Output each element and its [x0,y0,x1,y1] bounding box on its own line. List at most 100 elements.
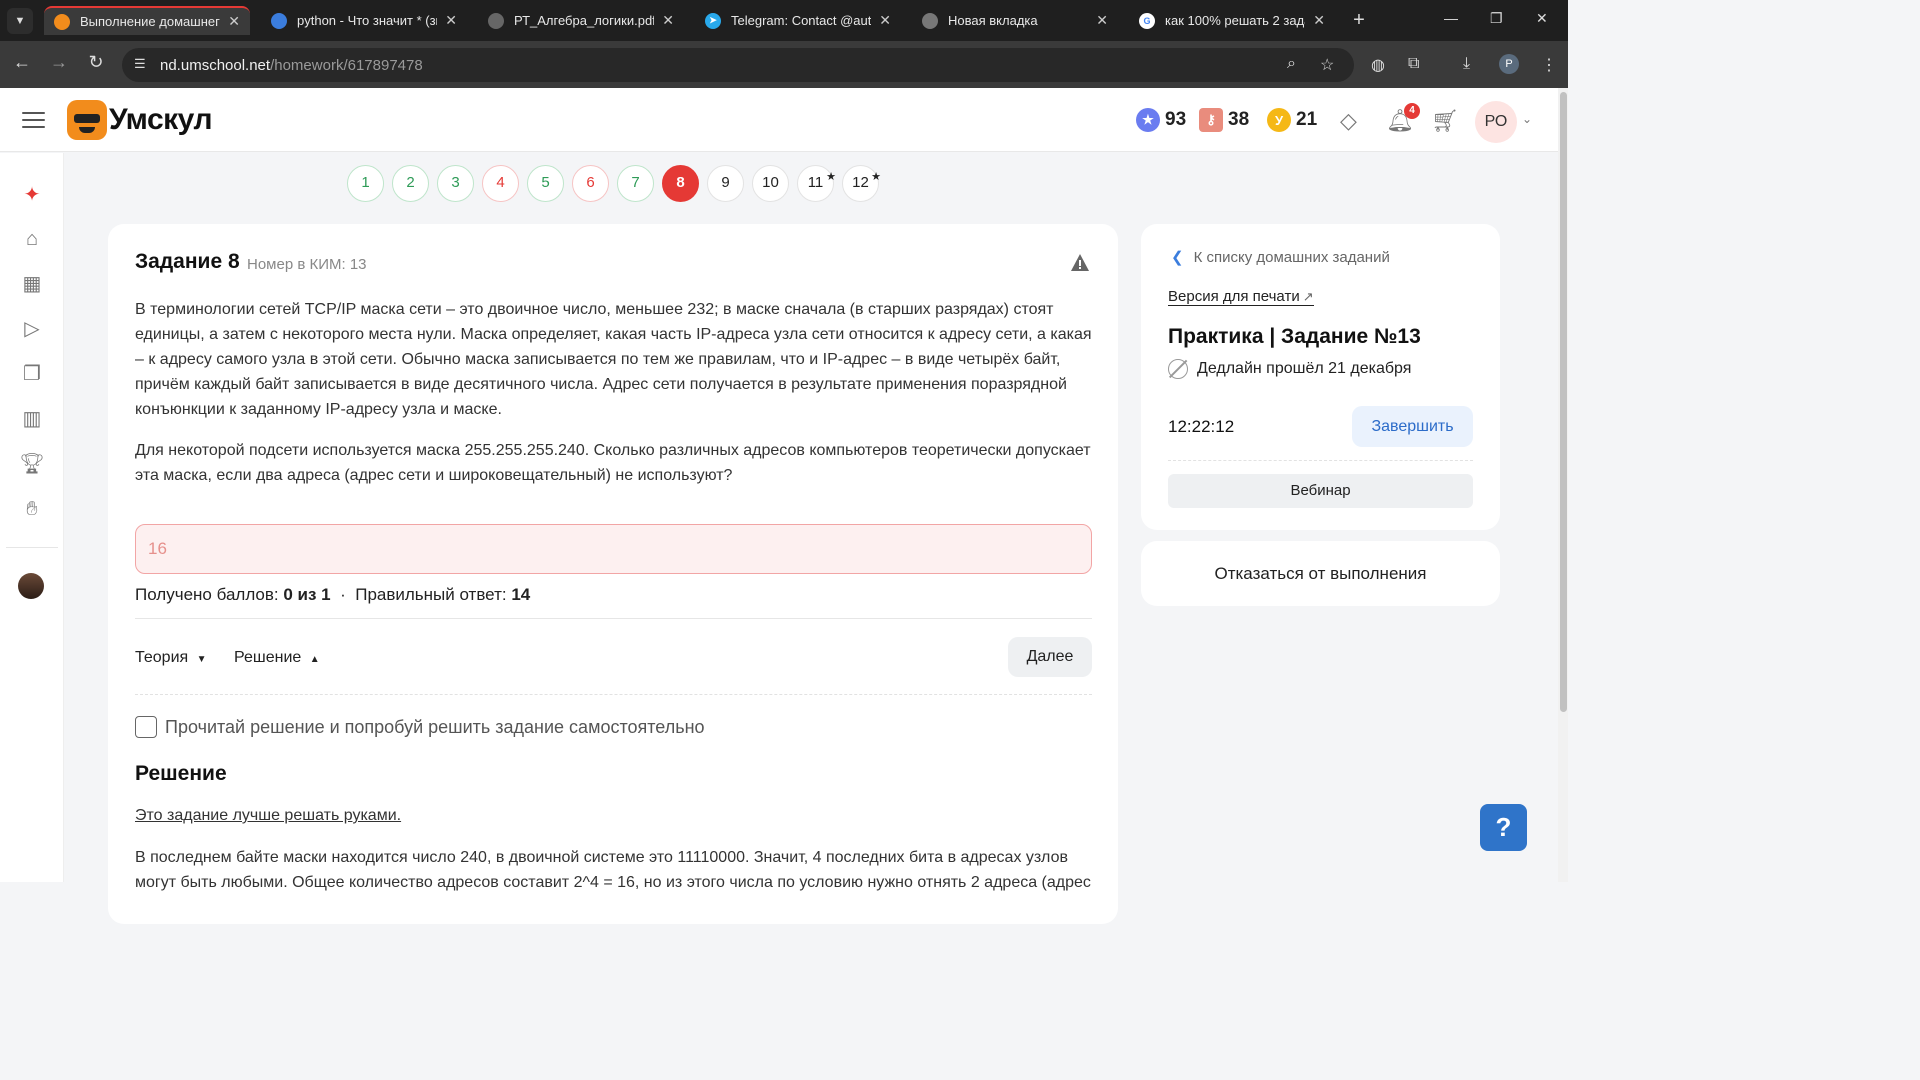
close-tab-icon[interactable]: ✕ [662,12,674,29]
webinar-button[interactable]: Вебинар [1168,474,1473,508]
user-avatar[interactable]: РО [1475,101,1517,143]
close-tab-icon[interactable]: ✕ [228,13,240,30]
browser-profile-avatar[interactable]: P [1499,54,1519,74]
close-tab-icon[interactable]: ✕ [445,12,457,29]
video-lessons-icon[interactable]: ▷ [18,315,46,343]
calendar-icon[interactable]: ▦ [18,270,46,298]
reload-icon[interactable]: ↻ [84,52,108,73]
forward-arrow-icon[interactable]: → [47,52,71,73]
browser-tab-4[interactable]: ➤ Telegram: Contact @autho ✕ [695,6,901,35]
zoom-icon[interactable]: ⌕ [1287,55,1296,73]
download-icon[interactable]: ⤓ [1463,55,1470,73]
extensions-icon[interactable]: ⧉ [1408,55,1419,73]
tab-title: как 100% решать 2 задани [1165,13,1305,28]
back-arrow-icon[interactable]: ← [10,52,34,73]
task-number-11[interactable]: 11 ★ [797,165,836,202]
finish-button[interactable]: Завершить [1352,406,1473,447]
next-button[interactable]: Далее [1008,637,1092,677]
address-bar[interactable]: ☰ nd.umschool.net/homework/617897478 [122,48,1354,82]
browser-tab-2[interactable]: python - Что значит * (зве ✕ [261,6,467,35]
stats-chart-icon[interactable]: ▥ [18,405,46,433]
theory-toggle[interactable]: Теория ▼ [135,649,207,667]
trophy-icon[interactable]: 🏆︎ [18,450,46,478]
ticket-icon[interactable]: ◇ [1340,108,1357,134]
star-icon: ★ [826,171,836,183]
browser-menu-icon[interactable]: ⋮ [1541,55,1557,75]
restore-icon[interactable]: ❐ [1490,10,1503,27]
task-number-9[interactable]: 9 [707,165,744,202]
timer: 12:22:12 [1168,417,1235,436]
caret-down-icon: ▼ [196,654,207,665]
task-card: Задание 8 Номер в КИМ: 13 В терминологии… [108,224,1118,924]
telegram-favicon-icon: ➤ [705,12,721,29]
task-number-8[interactable]: 8 [662,165,699,202]
separator-dot: · [340,585,346,604]
sparkle-icon[interactable]: ✦ [18,181,46,209]
bookmark-star-icon[interactable]: ☆ [1320,55,1334,75]
print-version-link[interactable]: Версия для печати ↗ [1168,288,1314,306]
answer-input[interactable]: 16 [135,524,1092,574]
decline-homework-button[interactable]: Отказаться от выполнения [1141,541,1500,606]
task-number-6[interactable]: 6 [572,165,609,202]
star-icon: ★ [871,171,881,183]
chevron-left-icon: ❮ [1171,249,1184,266]
notification-badge: 4 [1404,103,1420,119]
tab-search-button[interactable]: ▼ [7,7,33,34]
task-number-12[interactable]: 12 ★ [842,165,881,202]
cart-icon[interactable]: 🛒︎ [1431,108,1459,134]
task-number-label: 6 [586,174,595,191]
report-warning-icon[interactable] [1070,253,1090,273]
page-scrollbar-thumb[interactable] [1560,92,1567,712]
new-tab-button[interactable]: + [1347,9,1371,33]
coins-counter[interactable]: У 21 [1267,108,1317,132]
solution-heading: Решение [135,762,227,785]
umschool-favicon-icon [54,13,70,30]
keys-counter[interactable]: ⚷ 38 [1199,108,1249,132]
site-settings-icon[interactable]: ☰ [134,56,152,74]
task-number-3[interactable]: 3 [437,165,474,202]
task-title: Задание 8 [135,250,240,273]
task-number-4[interactable]: 4 [482,165,519,202]
task-number-5[interactable]: 5 [527,165,564,202]
chevron-down-icon[interactable]: ⌄ [1522,112,1532,126]
tab-title: Telegram: Contact @autho [731,13,872,28]
bear-logo-icon [67,100,107,140]
caret-up-icon: ▲ [309,654,320,665]
panel-divider [1168,460,1473,461]
task-statement-paragraph: В терминологии сетей TCP/IP маска сети –… [135,301,1092,418]
translate-globe-icon[interactable]: ◍ [1371,55,1385,75]
umschool-logo[interactable]: Умскул [67,100,213,140]
back-to-homework-link[interactable]: ❮ К списку домашних заданий [1171,248,1390,266]
close-tab-icon[interactable]: ✕ [879,12,891,29]
task-number-7[interactable]: 7 [617,165,654,202]
task-question-paragraph: Для некоторой подсети используется маска… [135,442,1091,484]
task-number-2[interactable]: 2 [392,165,429,202]
task-number-label: 3 [451,174,460,191]
browser-tab-1[interactable]: Выполнение домашнего з ✕ [44,6,250,35]
clock-off-icon [1168,359,1188,379]
browser-tab-6[interactable]: G как 100% решать 2 задани ✕ [1129,6,1335,35]
help-button[interactable]: ? [1480,804,1527,851]
back-link-label: К списку домашних заданий [1193,249,1390,266]
dotted-divider [135,694,1092,695]
browser-tab-3[interactable]: РТ_Алгебра_логики.pdf.pc ✕ [478,6,684,35]
minimize-icon[interactable]: — [1444,10,1458,26]
solution-note-link[interactable]: Это задание лучше решать руками. [135,807,401,825]
task-number-1[interactable]: 1 [347,165,384,202]
homework-icon[interactable]: ❐ [18,360,46,388]
stars-counter[interactable]: ★ 93 [1136,108,1186,132]
mentor-avatar[interactable] [18,573,44,599]
globe-favicon-icon [488,12,504,29]
close-tab-icon[interactable]: ✕ [1313,12,1325,29]
close-window-icon[interactable]: ✕ [1536,10,1548,27]
coin-icon: У [1267,108,1291,132]
home-icon[interactable]: ⌂ [18,225,46,253]
tab-title: python - Что значит * (зве [297,13,438,28]
close-tab-icon[interactable]: ✕ [1096,12,1108,29]
browser-tab-5[interactable]: Новая вкладка ✕ [912,6,1118,35]
task-number-label: 9 [721,174,730,191]
task-number-10[interactable]: 10 [752,165,789,202]
hamburger-menu-icon[interactable] [22,112,45,128]
hand-wave-icon[interactable]: ✋︎ [18,495,46,523]
solution-toggle[interactable]: Решение ▲ [234,649,320,667]
